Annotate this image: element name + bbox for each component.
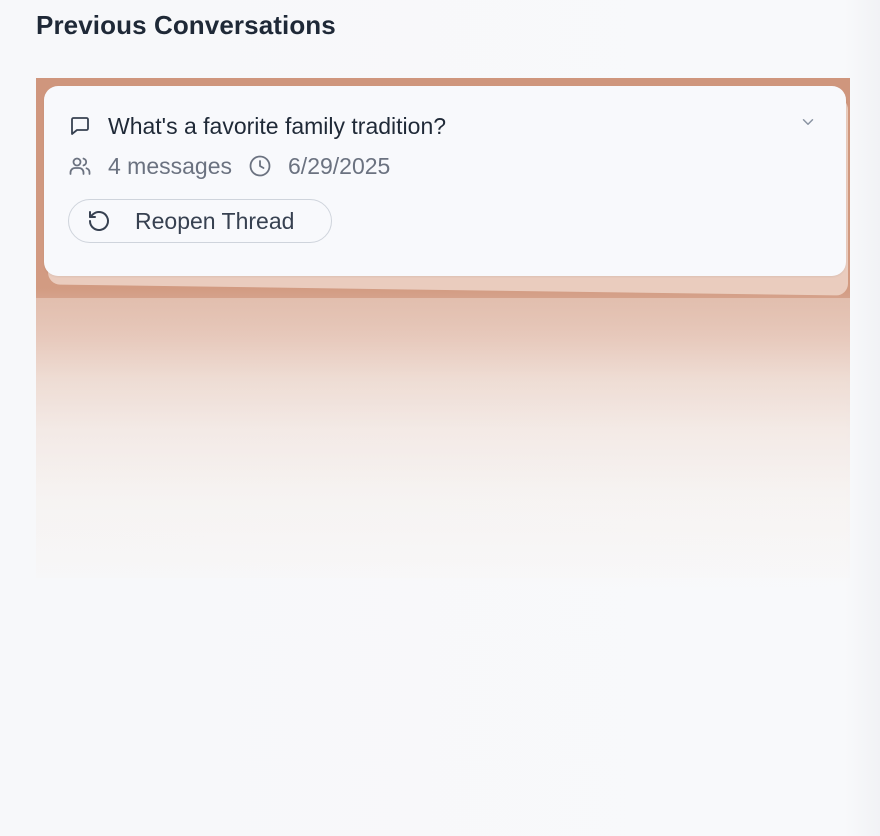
rotate-ccw-icon [87,209,111,233]
reopen-thread-label: Reopen Thread [135,207,295,234]
thread-title: What's a favorite family tradition? [108,113,447,139]
reopen-thread-button[interactable]: Reopen Thread [68,199,332,243]
thread-date: 6/29/2025 [288,153,391,179]
thread-title-row: What's a favorite family tradition? [68,112,446,140]
chevron-down-icon[interactable] [798,112,818,132]
message-count: 4 messages [108,153,233,179]
thread-card[interactable]: What's a favorite family tradition? 4 me… [44,86,846,276]
users-icon [68,154,92,178]
highlight-glow-fade [36,298,850,588]
thread-meta: 4 messages 6/29/2025 [68,152,390,180]
message-square-icon [68,114,92,138]
page-title: Previous Conversations [36,10,336,40]
clock-icon [248,154,272,178]
conversations-page: Previous Conversations What's a favorite… [0,0,880,836]
